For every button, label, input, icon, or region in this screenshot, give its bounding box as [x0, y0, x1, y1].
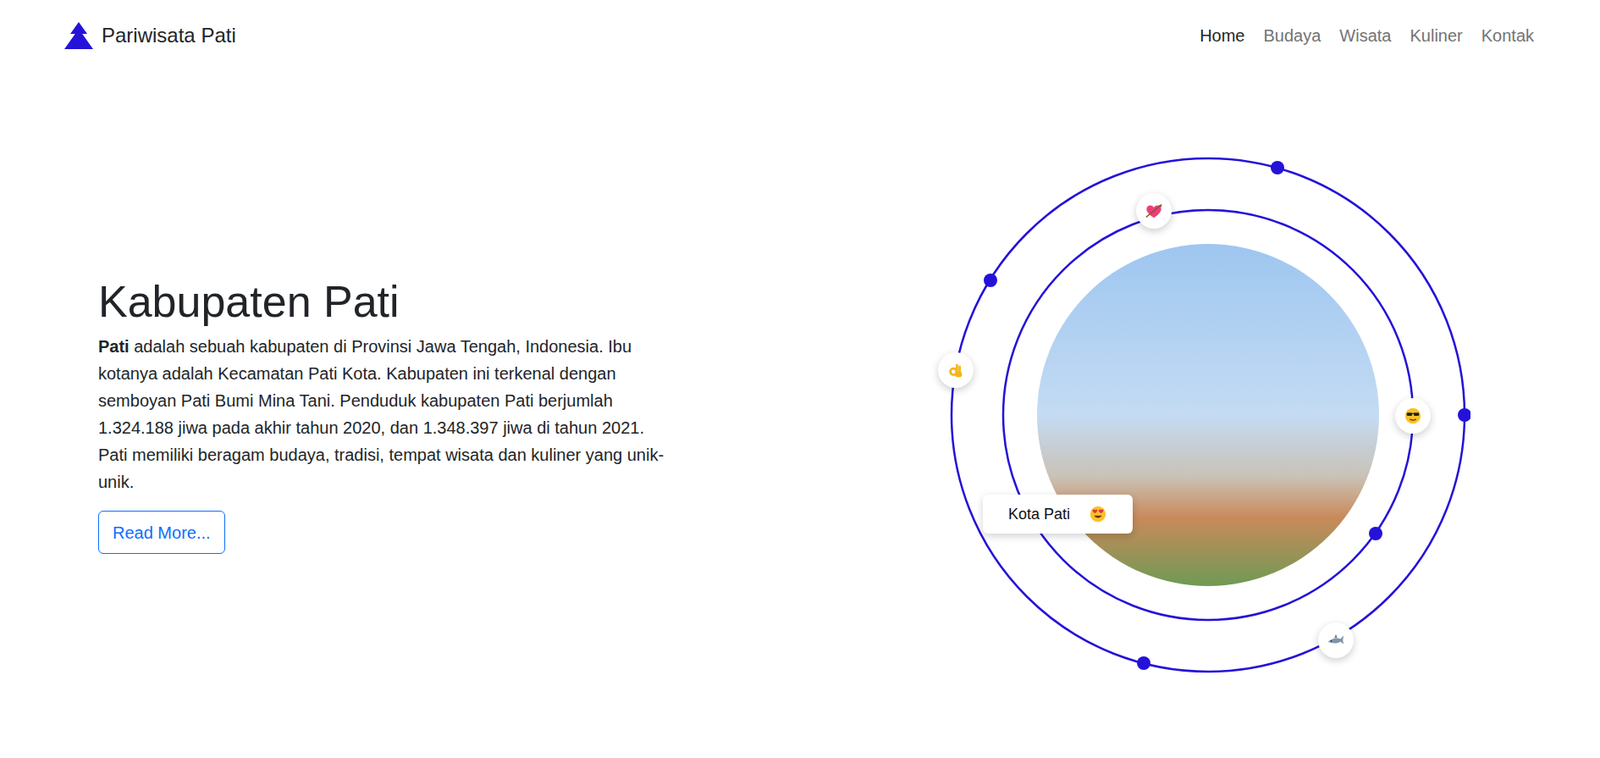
- ok-hand-icon: [946, 360, 966, 380]
- heart-badge: [1136, 193, 1172, 229]
- page: Pariwisata Pati Home Budaya Wisata Kuliner Ko…: [0, 0, 1600, 758]
- nav-menu: Home Budaya Wisata Kuliner Kontak: [1199, 22, 1534, 49]
- navbar: Pariwisata Pati Home Budaya Wisata Kuliner Ko…: [0, 0, 1600, 72]
- orbit-figure: Kota Pati: [945, 152, 1471, 678]
- location-label-text: Kota Pati: [1008, 502, 1071, 525]
- shark-badge: [1318, 622, 1354, 658]
- hero: Kabupaten PatiPati adalah sebuah kabupat…: [0, 71, 1600, 758]
- hero-title: Kabupaten Pati: [98, 275, 400, 328]
- brand[interactable]: Pariwisata Pati: [64, 22, 237, 50]
- city-photo: [1037, 243, 1380, 586]
- heart-arrow-icon: [1144, 201, 1164, 221]
- read-more-button[interactable]: Read More...: [98, 510, 226, 554]
- nav-link[interactable]: Budaya: [1263, 22, 1322, 49]
- location-label: Kota Pati: [982, 494, 1133, 534]
- brand-name: Pariwisata Pati: [101, 22, 237, 50]
- heart-eyes-face-icon: [1088, 504, 1108, 524]
- ok-hand-badge: [937, 352, 974, 388]
- nav-link[interactable]: Kuliner: [1409, 22, 1463, 49]
- nav-link[interactable]: Kontak: [1481, 22, 1534, 49]
- nav-link[interactable]: Wisata: [1339, 22, 1391, 49]
- hero-text: Kabupaten PatiPati adalah sebuah kabupat…: [98, 275, 683, 554]
- cool-face-badge: [1395, 397, 1431, 434]
- shark-icon: [1326, 630, 1346, 650]
- hero-paragraph: Pati adalah sebuah kabupaten di Provinsi…: [98, 332, 683, 442]
- hero-paragraph: Pati memiliki beragam budaya, tradisi, t…: [98, 441, 683, 496]
- logo-icon: [64, 22, 94, 50]
- sunglasses-face-icon: [1403, 406, 1423, 425]
- nav-link[interactable]: Home: [1199, 22, 1245, 49]
- hero-description: Pati adalah sebuah kabupaten di Provinsi…: [98, 332, 683, 496]
